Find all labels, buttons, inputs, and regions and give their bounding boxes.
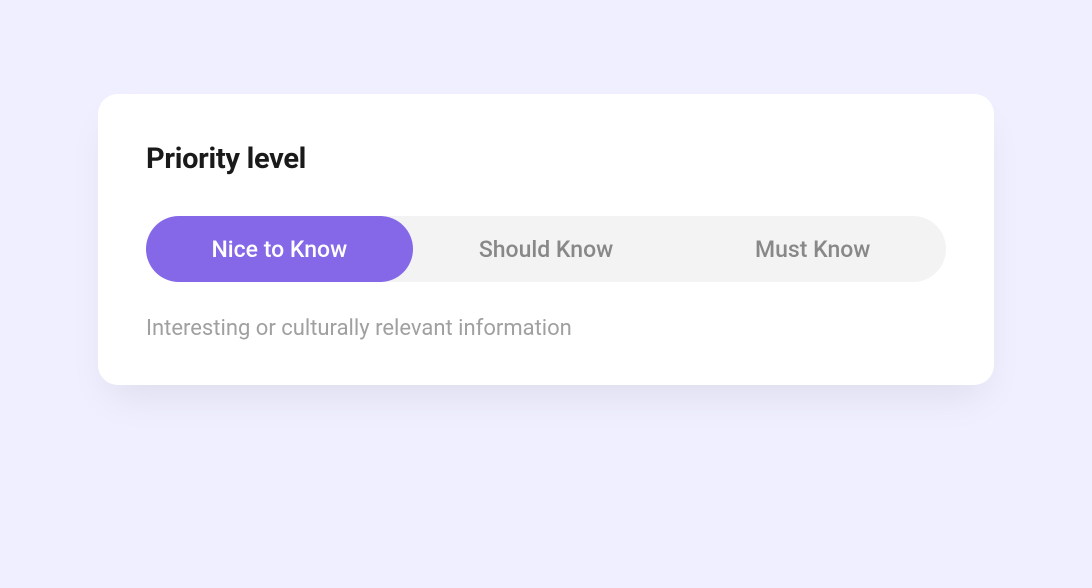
card-title: Priority level [146,142,946,176]
segment-nice-to-know[interactable]: Nice to Know [146,216,413,282]
priority-segmented-control: Nice to Know Should Know Must Know [146,216,946,282]
segment-must-know[interactable]: Must Know [679,216,946,282]
priority-level-card: Priority level Nice to Know Should Know … [98,94,994,385]
priority-description: Interesting or culturally relevant infor… [146,316,946,341]
segment-should-know[interactable]: Should Know [413,216,680,282]
